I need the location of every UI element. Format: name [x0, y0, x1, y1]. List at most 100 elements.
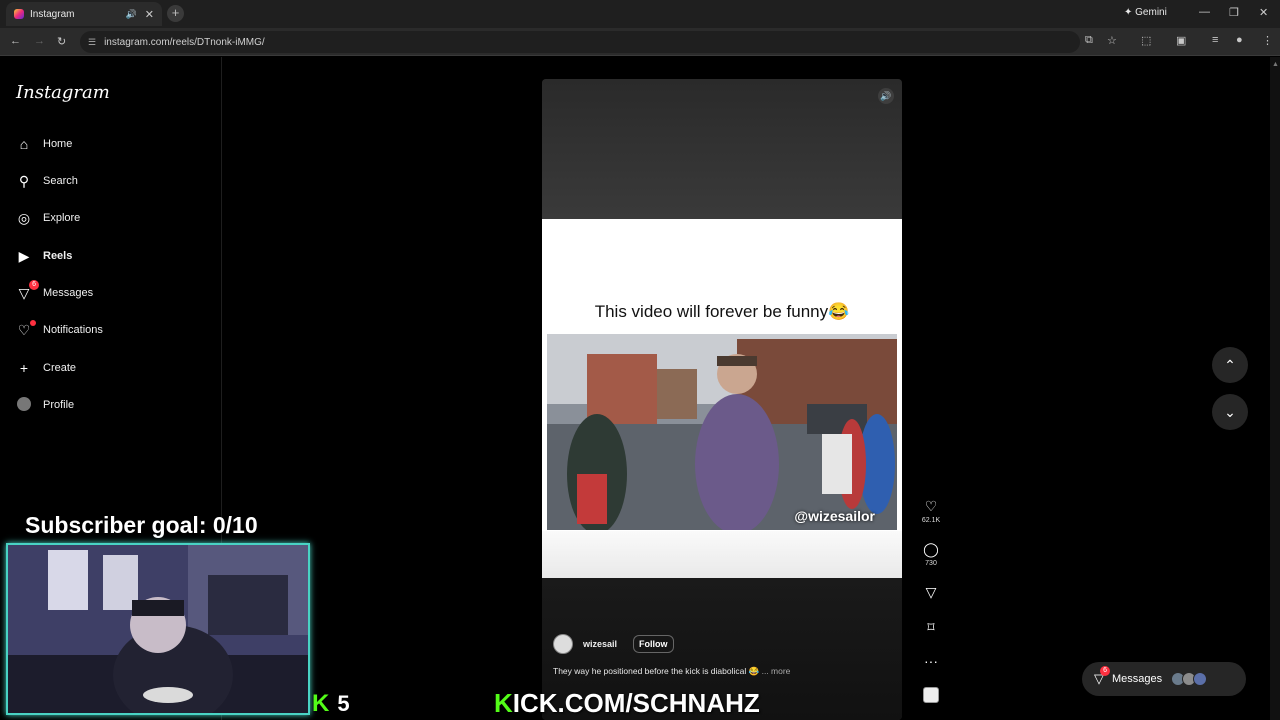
browser-tab[interactable]: Instagram 🔊 ✕ [6, 2, 162, 26]
gemini-button[interactable]: ✦ Gemini [1124, 7, 1167, 18]
reel-frame: This video will forever be funny😂 @wizes… [542, 219, 902, 578]
side-panel-icon[interactable]: ▣ [1176, 34, 1186, 47]
kick-url-text: ICK.COM/SCHNAHZ [512, 688, 760, 718]
sidebar-item-explore[interactable]: ◎ Explore [15, 206, 80, 230]
reel-video[interactable]: @wizesailor [547, 334, 897, 530]
reel-top-area: 🔊 [542, 79, 902, 219]
tab-close-button[interactable]: ✕ [145, 8, 154, 21]
author-avatar[interactable] [553, 634, 573, 654]
audio-avatar-icon [920, 687, 942, 706]
url-text: instagram.com/reels/DTnonk-iMMG/ [104, 36, 265, 48]
browser-toolbar: ← → ↻ ☰ instagram.com/reels/DTnonk-iMMG/… [0, 28, 1280, 56]
reload-icon[interactable]: ↻ [57, 35, 66, 48]
heart-icon: ♡ [924, 498, 938, 514]
minimize-button[interactable]: — [1199, 6, 1210, 18]
menu-kebab-icon[interactable]: ⋮ [1262, 34, 1273, 47]
sidebar-item-home[interactable]: ⌂ Home [15, 132, 73, 156]
more-options-button[interactable]: ··· [920, 653, 942, 669]
back-arrow-icon[interactable]: ← [10, 35, 21, 47]
video-watermark: @wizesailor [794, 508, 875, 524]
install-app-icon[interactable]: ⧉ [1085, 34, 1093, 47]
share-button[interactable]: ▽ [920, 584, 942, 601]
webcam-feed [6, 543, 310, 715]
avatar [1193, 672, 1208, 686]
extensions-icon[interactable]: ⬚ [1141, 34, 1151, 47]
recent-chat-avatars [1171, 672, 1208, 686]
search-icon: ⚲ [18, 172, 30, 189]
sidebar-item-label: Messages [43, 287, 94, 299]
chevron-down-icon: ⌄ [1224, 404, 1236, 420]
sidebar-item-label: Explore [43, 212, 81, 224]
kick-channel-url: KICK.COM/SCHNAHZ [494, 688, 760, 719]
profile-avatar-icon[interactable]: ● [1236, 34, 1243, 46]
reel-description-text: They way he positioned before the kick i… [553, 666, 760, 676]
previous-reel-button[interactable]: ⌃ [1212, 347, 1248, 383]
heart-icon: ♡ [15, 319, 36, 339]
scroll-up-icon[interactable]: ▲ [1272, 61, 1279, 69]
reel-overlay-text: This video will forever be funny😂 [594, 302, 850, 321]
speaker-icon[interactable]: 🔊 [126, 9, 137, 20]
comment-icon: ◯ [923, 541, 939, 557]
compass-icon: ◎ [17, 209, 31, 226]
page-scrollbar[interactable]: ▲ [1270, 57, 1280, 720]
forward-arrow-icon[interactable]: → [34, 35, 45, 47]
chevron-up-icon: ⌃ [1224, 357, 1236, 373]
sidebar-item-profile[interactable]: Profile [15, 393, 74, 417]
close-window-button[interactable]: ✕ [1259, 6, 1268, 19]
comment-button[interactable]: ◯ 730 [920, 541, 942, 567]
comment-count: 730 [925, 560, 937, 567]
reel-player[interactable]: 🔊 This video will forever be funny😂 @wiz… [542, 79, 902, 720]
author-name[interactable]: wizesail [583, 639, 617, 649]
instagram-logo[interactable]: Instagram [16, 82, 110, 103]
kick-logo-icon: K [312, 690, 330, 717]
browser-tab-bar: Instagram 🔊 ✕ + ✦ Gemini — ❐ ✕ [0, 0, 1280, 28]
volume-icon[interactable]: 🔊 [878, 88, 894, 104]
reel-author: wizesail Follow [553, 634, 674, 654]
messenger-icon: ▽ 6 [1094, 666, 1110, 687]
subscriber-goal: Subscriber goal: 0/10 [25, 512, 258, 538]
bookmark-star-icon[interactable]: ☆ [1107, 34, 1117, 47]
more-link[interactable]: ... more [762, 666, 791, 676]
audio-avatar-button[interactable] [920, 687, 942, 706]
new-tab-button[interactable]: + [167, 5, 184, 22]
viewer-count: 5 [337, 691, 350, 716]
restore-button[interactable]: ❐ [1229, 6, 1239, 19]
avatar-icon [15, 396, 33, 414]
tab-title: Instagram [30, 8, 75, 20]
sidebar-item-messages[interactable]: ▽ 6 Messages [15, 279, 94, 305]
like-button[interactable]: ♡ 62.1K [920, 498, 942, 524]
sidebar-item-label: Home [43, 138, 73, 150]
sidebar-item-create[interactable]: + Create [15, 356, 76, 380]
sidebar-item-search[interactable]: ⚲ Search [15, 169, 78, 193]
media-control-icon[interactable]: ≡ [1212, 34, 1218, 46]
sidebar-item-notifications[interactable]: ♡ Notifications [15, 318, 103, 342]
address-bar[interactable]: ☰ instagram.com/reels/DTnonk-iMMG/ [80, 31, 1080, 53]
reel-description: They way he positioned before the kick i… [553, 666, 790, 677]
follow-button[interactable]: Follow [633, 635, 674, 653]
sidebar-item-label: Notifications [43, 324, 103, 336]
more-dots-icon: ··· [924, 653, 938, 669]
webcam-image [8, 545, 308, 713]
like-count: 62.1K [921, 517, 941, 524]
messages-pill-badge: 6 [1100, 666, 1110, 676]
home-icon: ⌂ [19, 136, 29, 152]
save-button[interactable]: ⌑ [920, 619, 942, 636]
reel-bottom-strip [542, 531, 902, 578]
site-info-icon[interactable]: ☰ [88, 37, 96, 48]
sidebar-item-label: Create [43, 362, 77, 374]
instagram-favicon-icon [14, 9, 24, 19]
street-scene-image [547, 334, 897, 530]
sidebar-item-label: Profile [43, 399, 75, 411]
messenger-icon: ▽ 6 [15, 279, 39, 302]
kick-viewer-count: K 5 [312, 690, 350, 718]
messages-pill[interactable]: ▽ 6 Messages [1082, 662, 1246, 696]
sidebar-item-label: Search [43, 175, 78, 187]
messages-badge: 6 [29, 279, 39, 290]
plus-icon: + [19, 360, 29, 376]
sidebar-item-reels[interactable]: ▶ Reels [15, 244, 73, 268]
reels-icon: ▶ [18, 247, 30, 264]
bookmark-icon: ⌑ [927, 619, 935, 635]
kick-url-k: K [494, 688, 513, 718]
sidebar-item-label: Reels [43, 250, 73, 262]
next-reel-button[interactable]: ⌄ [1212, 394, 1248, 430]
